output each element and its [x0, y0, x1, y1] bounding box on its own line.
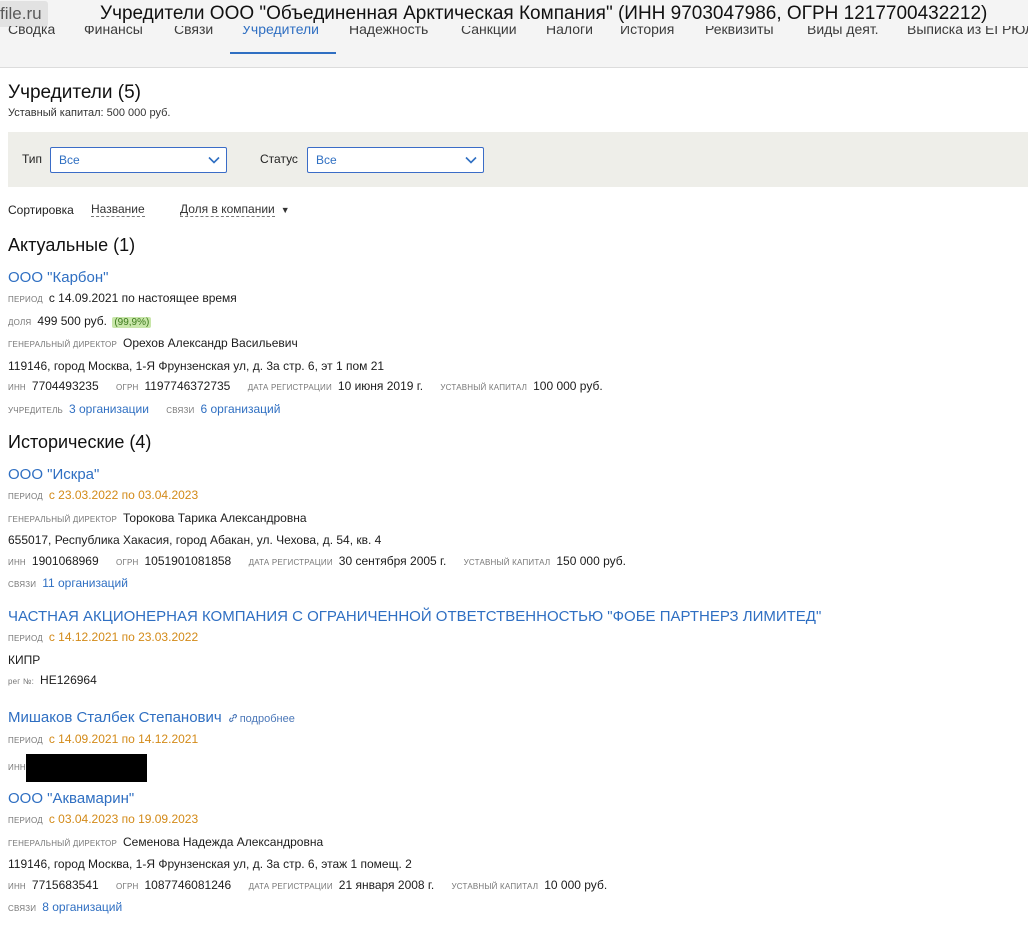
director-row: генеральный директор Орехов Александр Вас…: [8, 336, 298, 350]
founder-card-historical: Мишаков Сталбек Степанович подробнее пери…: [8, 708, 295, 790]
sort-label: Сортировка: [8, 203, 74, 217]
founder-name-link[interactable]: ООО "Карбон": [8, 268, 603, 288]
type-select[interactable]: Все: [50, 147, 227, 173]
more-details-link[interactable]: подробнее: [228, 713, 295, 725]
founder-name-link[interactable]: ЧАСТНАЯ АКЦИОНЕРНАЯ КОМПАНИЯ С ОГРАНИЧЕН…: [8, 607, 821, 627]
reg-number-row: рег №: HE126964: [8, 673, 97, 687]
status-filter-label: Статус: [260, 152, 298, 166]
status-select-value: Все: [316, 153, 337, 167]
country-row: КИПР: [8, 652, 41, 667]
relations-row: связи 11 организаций: [8, 576, 128, 590]
redacted-block: [25, 753, 147, 782]
tab-egrul-extract[interactable]: Выписка из ЕГРЮЛ: [907, 26, 1028, 54]
share-percent-badge: (99,9%): [112, 316, 152, 328]
founder-card-historical: ЧАСТНАЯ АКЦИОНЕРНАЯ КОМПАНИЯ С ОГРАНИЧЕН…: [8, 607, 821, 693]
period-row: период с 03.04.2023 по 19.09.2023: [8, 812, 199, 826]
top-bar: file.ru Учредители ООО "Объединенная Арк…: [0, 0, 1028, 68]
address-row: 119146, город Москва, 1-Я Фрунзенская ул…: [8, 358, 385, 373]
founder-name-row: Мишаков Сталбек Степанович подробнее: [8, 708, 295, 729]
address-row: 119146, город Москва, 1-Я Фрунзенская ул…: [8, 857, 412, 871]
period-row: период с 23.03.2022 по 03.04.2023: [8, 488, 199, 502]
founder-name-link[interactable]: Мишаков Сталбек Степанович: [8, 709, 222, 726]
sort-by-share[interactable]: Доля в компании ▼: [180, 202, 290, 217]
relations-row: связи 8 организаций: [8, 900, 123, 914]
relations-row: учредитель 3 организации связи 6 организац…: [8, 401, 281, 416]
type-filter-label: Тип: [22, 152, 43, 166]
requisites-row: ИНН 7715683541 ОГРН 1087746081246 дата рег…: [8, 877, 608, 892]
director-row: генеральный директор Семенова Надежда Але…: [8, 834, 324, 849]
tab-bar: Сводка Финансы Связи Учредители Надежнос…: [0, 26, 1028, 54]
founder-card-historical: ООО "Искра" период с 23.03.2022 по 03.04.…: [8, 465, 626, 596]
chevron-down-icon: [208, 156, 220, 164]
founder-name-link[interactable]: ООО "Искра": [8, 465, 626, 485]
period-row: период с 14.09.2021 по 14.12.2021: [8, 732, 199, 746]
period-row: период с 14.12.2021 по 23.03.2022: [8, 630, 199, 644]
founder-of-link[interactable]: 3 организации: [69, 402, 149, 416]
sort-by-share-label: Доля в компании: [180, 202, 275, 217]
founder-name-link[interactable]: ООО "Аквамарин": [8, 789, 607, 809]
links-link[interactable]: 8 организаций: [42, 900, 122, 914]
filter-panel: Тип Все Статус Все: [8, 132, 1028, 187]
links-link[interactable]: 6 организаций: [200, 402, 280, 416]
sort-by-name[interactable]: Название: [91, 203, 145, 217]
status-select[interactable]: Все: [307, 147, 484, 173]
inn-row: ИНН: [8, 752, 295, 790]
link-icon: [228, 714, 237, 722]
director-row: генеральный директор Торокова Тарика Алек…: [8, 510, 307, 525]
requisites-row: ИНН 7704493235 ОГРН 1197746372735 дата рег…: [8, 379, 603, 393]
tab-history[interactable]: История: [620, 26, 674, 54]
tab-activities[interactable]: Виды деят.: [807, 26, 879, 54]
section-historical-title: Исторические (4): [8, 432, 152, 452]
sort-row: Сортировка Название Доля в компании ▼: [8, 202, 290, 217]
requisites-row: ИНН 1901068969 ОГРН 1051901081858 дата рег…: [8, 553, 626, 568]
site-logo[interactable]: file.ru: [0, 1, 48, 27]
founder-card-historical: ООО "Аквамарин" период с 03.04.2023 по 19…: [8, 789, 607, 920]
period-row: период с 14.09.2021 по настоящее время: [8, 291, 237, 305]
tab-reliability[interactable]: Надежность: [349, 26, 428, 54]
tab-founders[interactable]: Учредители: [230, 26, 336, 54]
page-title: Учредители (5): [8, 82, 142, 103]
authorized-capital: Уставный капитал: 500 000 руб.: [8, 107, 171, 119]
window-title: Учредители ООО "Объединенная Арктическая…: [100, 3, 988, 24]
address-row: 655017, Республика Хакасия, город Абакан…: [8, 533, 382, 547]
chevron-down-icon: [465, 156, 477, 164]
section-current-title: Актуальные (1): [8, 235, 136, 255]
tab-summary[interactable]: Сводка: [8, 26, 55, 54]
tab-requisites[interactable]: Реквизиты: [705, 26, 774, 54]
type-select-value: Все: [59, 153, 80, 167]
founder-card-current: ООО "Карбон" период с 14.09.2021 по насто…: [8, 268, 603, 421]
sort-desc-icon: ▼: [280, 205, 290, 215]
share-row: доля 499 500 руб. (99,9%): [8, 313, 152, 328]
links-link[interactable]: 11 организаций: [42, 576, 128, 590]
tab-finance[interactable]: Финансы: [84, 26, 143, 54]
tab-sanctions[interactable]: Санкции: [461, 26, 517, 54]
tab-taxes[interactable]: Налоги: [546, 26, 593, 54]
tab-links[interactable]: Связи: [174, 26, 213, 54]
